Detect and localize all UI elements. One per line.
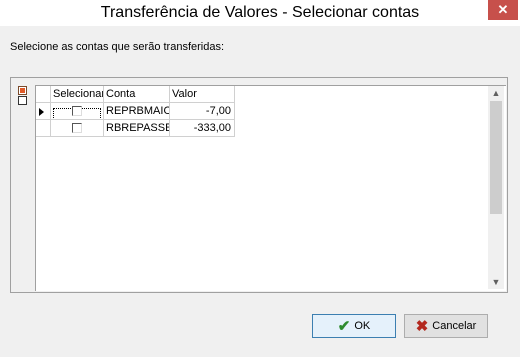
cancel-label: Cancelar [432,320,477,332]
table-row[interactable]: REPRBMAIOR -7,00 [36,103,235,120]
grid-header: Selecionar Conta Valor [36,86,235,103]
unchecked-box-icon[interactable] [18,96,27,105]
checked-box-icon[interactable] [18,86,27,95]
select-checkbox[interactable] [72,123,82,133]
valor-cell: -7,00 [170,103,235,120]
close-icon: ✕ [497,2,509,17]
ok-button[interactable]: ✔ OK [312,314,396,338]
instruction-label: Selecione as contas que serão transferid… [10,41,225,53]
ok-label: OK [354,320,371,332]
cancel-button[interactable]: ✖ Cancelar [404,314,488,338]
vertical-scrollbar[interactable]: ▲ ▼ [488,86,504,289]
scroll-thumb[interactable] [490,101,502,214]
column-header-conta[interactable]: Conta [104,86,170,103]
valor-cell: -333,00 [170,120,235,137]
row-indicator-header [36,86,51,103]
scroll-up-icon[interactable]: ▲ [488,86,504,100]
column-header-valor[interactable]: Valor [170,86,235,103]
select-cell[interactable] [51,120,104,137]
table-row[interactable]: RBREPASSE -333,00 [36,120,235,137]
title-bar: Transferência de Valores - Selecionar co… [0,0,520,26]
select-checkbox[interactable] [72,106,82,116]
scroll-down-icon[interactable]: ▼ [488,275,504,289]
accounts-grid[interactable]: Selecionar Conta Valor REPRBMAIOR -7,00 … [35,85,506,291]
select-cell[interactable] [51,103,104,120]
current-row-arrow-icon [39,108,44,116]
row-indicator [36,120,51,137]
conta-cell: RBREPASSE [104,120,170,137]
column-header-selecionar[interactable]: Selecionar [51,86,104,103]
row-indicator [36,103,51,120]
checkmark-icon: ✔ [337,317,351,335]
close-button[interactable]: ✕ [488,0,518,20]
window-title: Transferência de Valores - Selecionar co… [100,4,420,21]
conta-cell: REPRBMAIOR [104,103,170,120]
x-icon: ✖ [415,317,429,335]
